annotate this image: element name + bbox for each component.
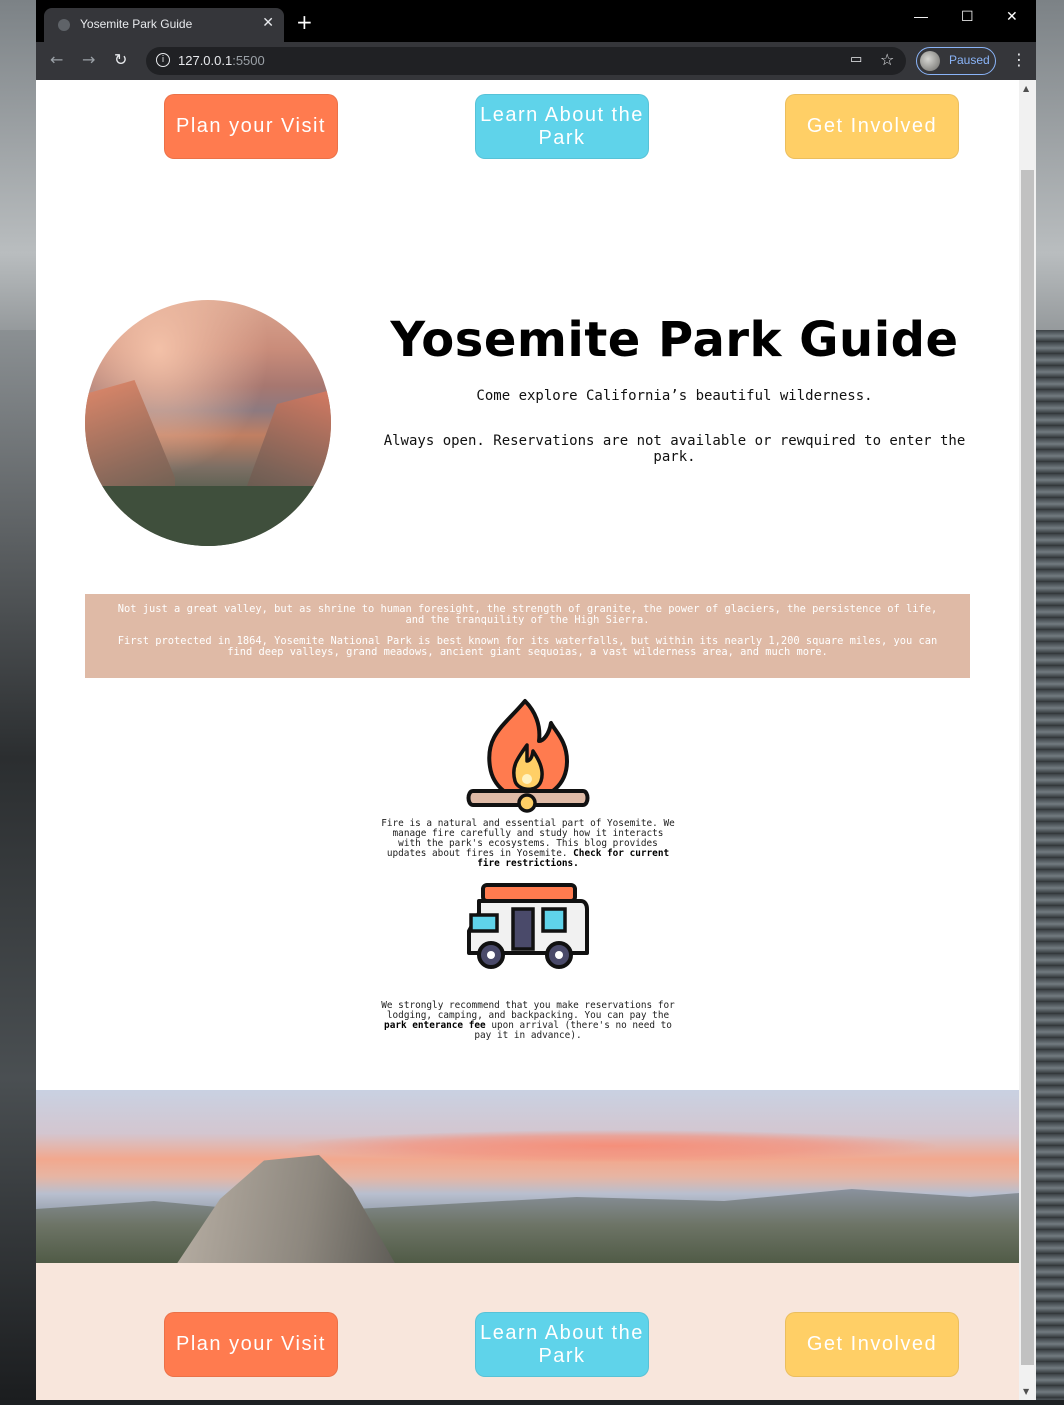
rv-camper-icon <box>467 883 589 969</box>
browser-window: Yosemite Park Guide ✕ + — ☐ ✕ ← → ↻ i 12… <box>36 0 1036 1400</box>
hours-note: Always open. Reservations are not availa… <box>383 433 966 465</box>
globe-icon <box>58 19 70 31</box>
browser-toolbar: ← → ↻ i 127.0.0.1:5500 ▭ ☆ Paused ⋮ <box>36 42 1036 80</box>
banner-paragraph: First protected in 1864, Yosemite Nation… <box>117 635 938 658</box>
close-icon[interactable]: ✕ <box>262 16 274 30</box>
url-text: 127.0.0.1:5500 <box>178 53 265 68</box>
forward-icon[interactable]: → <box>82 51 95 69</box>
info-icon[interactable]: i <box>156 53 170 67</box>
yosemite-valley-image <box>85 300 331 546</box>
footer: Plan your Visit Learn About the Park Get… <box>36 1263 1019 1400</box>
plan-visit-button[interactable]: Plan your Visit <box>164 94 338 159</box>
desktop-wallpaper-right <box>1034 330 1064 1400</box>
camping-info-text: We strongly recommend that you make rese… <box>381 1000 675 1041</box>
page-viewport: Plan your Visit Learn About the Park Get… <box>36 80 1019 1400</box>
star-icon[interactable]: ☆ <box>880 50 894 69</box>
scroll-thumb[interactable] <box>1021 170 1034 1365</box>
reload-icon[interactable]: ↻ <box>114 51 127 69</box>
footer-plan-visit-button[interactable]: Plan your Visit <box>164 1312 338 1377</box>
desktop-wallpaper-left <box>0 330 40 1400</box>
new-tab-icon[interactable]: + <box>296 12 313 32</box>
page-scrollbar[interactable]: ▲ ▼ <box>1019 80 1036 1400</box>
intro-banner: Not just a great valley, but as shrine t… <box>85 594 970 678</box>
window-close-icon[interactable]: ✕ <box>1006 8 1018 25</box>
scroll-up-arrow-icon[interactable]: ▲ <box>1023 84 1029 93</box>
profile-button[interactable]: Paused <box>916 47 996 75</box>
maximize-icon[interactable]: ☐ <box>961 8 974 25</box>
avatar <box>920 51 940 71</box>
page-title: Yosemite Park Guide <box>390 312 959 368</box>
footer-learn-park-button[interactable]: Learn About the Park <box>475 1312 649 1377</box>
page-subtitle: Come explore California’s beautiful wild… <box>476 388 873 404</box>
kebab-menu-icon[interactable]: ⋮ <box>1011 50 1027 69</box>
tab-bar: Yosemite Park Guide ✕ + — ☐ ✕ <box>36 0 1036 42</box>
learn-park-button[interactable]: Learn About the Park <box>475 94 649 159</box>
tab-title: Yosemite Park Guide <box>80 17 193 31</box>
fire-info-text: Fire is a natural and essential part of … <box>381 818 675 869</box>
back-icon[interactable]: ← <box>50 51 63 69</box>
entrance-fee-link[interactable]: park enterance fee <box>384 1020 486 1031</box>
campfire-icon <box>466 699 590 813</box>
minimize-icon[interactable]: — <box>914 8 928 24</box>
footer-get-involved-button[interactable]: Get Involved <box>785 1312 959 1377</box>
get-involved-button[interactable]: Get Involved <box>785 94 959 159</box>
half-dome-panorama-image <box>36 1090 1019 1263</box>
scroll-down-arrow-icon[interactable]: ▼ <box>1023 1387 1029 1396</box>
profile-status: Paused <box>949 53 990 67</box>
cast-icon[interactable]: ▭ <box>850 52 862 67</box>
address-bar[interactable]: i 127.0.0.1:5500 ▭ ☆ <box>146 47 906 75</box>
banner-paragraph: Not just a great valley, but as shrine t… <box>117 603 938 626</box>
browser-tab[interactable]: Yosemite Park Guide ✕ <box>44 8 284 42</box>
